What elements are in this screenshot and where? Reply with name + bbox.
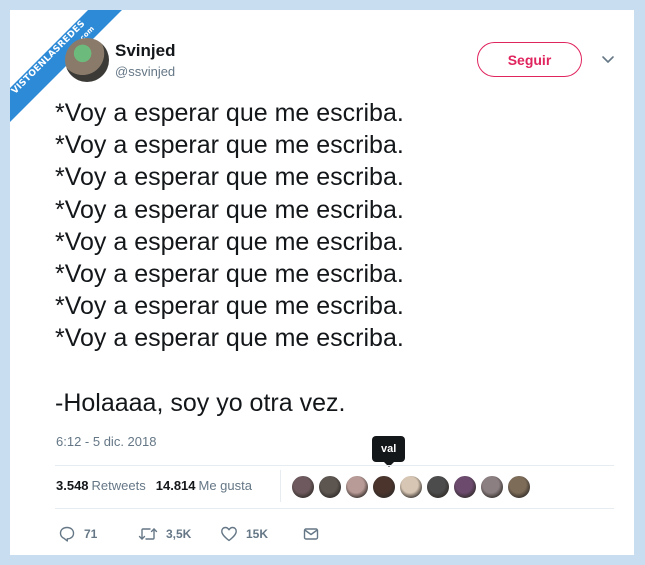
liker-tooltip: val bbox=[372, 436, 406, 467]
liker-avatar[interactable] bbox=[399, 475, 423, 499]
avatar[interactable] bbox=[65, 38, 109, 82]
tweet-actions: 71 3,5K 15K bbox=[58, 525, 320, 543]
follow-button[interactable]: Seguir bbox=[477, 42, 582, 77]
liker-avatar[interactable] bbox=[345, 475, 369, 499]
retweet-icon bbox=[138, 525, 158, 543]
retweet-button[interactable]: 3,5K bbox=[138, 525, 220, 543]
divider bbox=[55, 508, 614, 509]
reply-count: 71 bbox=[84, 527, 98, 541]
heart-icon bbox=[220, 525, 238, 543]
liker-avatar[interactable] bbox=[291, 475, 315, 499]
stats-separator bbox=[280, 470, 281, 502]
liker-avatar[interactable] bbox=[318, 475, 342, 499]
like-button[interactable]: 15K bbox=[220, 525, 302, 543]
message-button[interactable] bbox=[302, 525, 320, 543]
divider bbox=[55, 465, 614, 466]
reply-icon bbox=[58, 525, 76, 543]
like-count: 15K bbox=[246, 527, 269, 541]
liker-avatar[interactable] bbox=[372, 475, 396, 499]
liker-avatar[interactable] bbox=[507, 475, 531, 499]
user-handle[interactable]: @ssvinjed bbox=[115, 64, 175, 79]
envelope-icon bbox=[302, 525, 320, 543]
likes-stat[interactable]: 14.814 Me gusta bbox=[156, 478, 252, 493]
chevron-down-icon[interactable] bbox=[598, 52, 618, 68]
liker-avatar[interactable] bbox=[480, 475, 504, 499]
retweet-count: 3,5K bbox=[166, 527, 192, 541]
tweet-text: *Voy a esperar que me escriba. *Voy a es… bbox=[55, 99, 404, 417]
liker-avatars bbox=[291, 475, 531, 499]
liker-avatar[interactable] bbox=[426, 475, 450, 499]
retweets-stat[interactable]: 3.548 Retweets bbox=[56, 478, 146, 493]
tweet-timestamp[interactable]: 6:12 - 5 dic. 2018 bbox=[56, 434, 156, 449]
reply-button[interactable]: 71 bbox=[58, 525, 138, 543]
tweet-card: VISTOENLASREDES .com Svinjed @ssvinjed S… bbox=[10, 10, 634, 555]
user-name[interactable]: Svinjed bbox=[115, 41, 175, 61]
liker-avatar[interactable] bbox=[453, 475, 477, 499]
tweet-stats: 3.548 Retweets 14.814 Me gusta bbox=[56, 478, 252, 493]
